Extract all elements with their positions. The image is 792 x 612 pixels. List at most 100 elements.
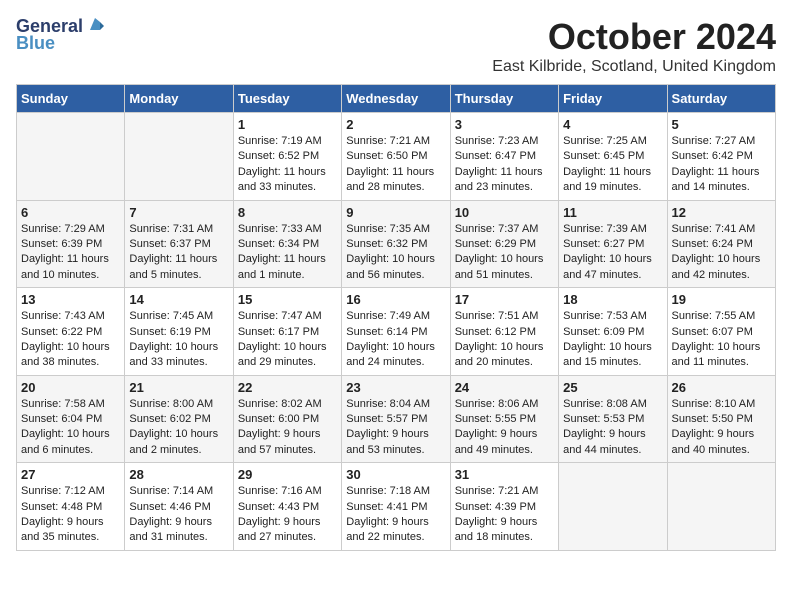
day-info-line: and 38 minutes. — [21, 355, 120, 370]
calendar-cell: 7Sunrise: 7:31 AMSunset: 6:37 PMDaylight… — [125, 200, 233, 288]
day-info-line: and 40 minutes. — [672, 443, 771, 458]
day-info-line: Sunset: 6:02 PM — [129, 412, 228, 427]
day-info-line: Sunset: 6:00 PM — [238, 412, 337, 427]
day-info-line: Sunrise: 7:37 AM — [455, 222, 554, 237]
calendar-cell: 15Sunrise: 7:47 AMSunset: 6:17 PMDayligh… — [233, 288, 341, 376]
logo: General Blue — [16, 16, 104, 54]
calendar-header-row: SundayMondayTuesdayWednesdayThursdayFrid… — [17, 85, 776, 113]
day-info-line: Sunset: 6:24 PM — [672, 237, 771, 252]
day-info-line: Sunset: 5:55 PM — [455, 412, 554, 427]
day-number: 23 — [346, 380, 445, 395]
day-info-line: and 31 minutes. — [129, 530, 228, 545]
day-info-line: and 53 minutes. — [346, 443, 445, 458]
day-info-line: Daylight: 10 hours — [21, 427, 120, 442]
calendar-cell: 3Sunrise: 7:23 AMSunset: 6:47 PMDaylight… — [450, 113, 558, 201]
day-info-line: Sunrise: 7:12 AM — [21, 484, 120, 499]
calendar-cell: 9Sunrise: 7:35 AMSunset: 6:32 PMDaylight… — [342, 200, 450, 288]
day-info-line: Daylight: 10 hours — [129, 427, 228, 442]
day-info-line: Sunset: 6:37 PM — [129, 237, 228, 252]
calendar-cell: 24Sunrise: 8:06 AMSunset: 5:55 PMDayligh… — [450, 375, 558, 463]
day-info-line: Daylight: 11 hours — [238, 252, 337, 267]
calendar-cell: 21Sunrise: 8:00 AMSunset: 6:02 PMDayligh… — [125, 375, 233, 463]
day-info-line: Sunset: 6:47 PM — [455, 149, 554, 164]
calendar-cell — [559, 463, 667, 551]
day-info-line: Daylight: 10 hours — [238, 340, 337, 355]
day-info-line: and 33 minutes. — [129, 355, 228, 370]
calendar-cell: 26Sunrise: 8:10 AMSunset: 5:50 PMDayligh… — [667, 375, 775, 463]
day-info-line: Sunrise: 7:41 AM — [672, 222, 771, 237]
calendar-cell: 11Sunrise: 7:39 AMSunset: 6:27 PMDayligh… — [559, 200, 667, 288]
day-info-line: and 33 minutes. — [238, 180, 337, 195]
day-info-line: and 23 minutes. — [455, 180, 554, 195]
day-info-line: and 5 minutes. — [129, 268, 228, 283]
calendar-cell: 25Sunrise: 8:08 AMSunset: 5:53 PMDayligh… — [559, 375, 667, 463]
page-header: General Blue October 2024 East Kilbride,… — [16, 16, 776, 76]
day-info-line: Sunrise: 8:08 AM — [563, 397, 662, 412]
day-info-line: Daylight: 11 hours — [563, 165, 662, 180]
day-info-line: Daylight: 11 hours — [129, 252, 228, 267]
day-number: 14 — [129, 292, 228, 307]
calendar-cell: 8Sunrise: 7:33 AMSunset: 6:34 PMDaylight… — [233, 200, 341, 288]
day-number: 17 — [455, 292, 554, 307]
day-of-week-header: Monday — [125, 85, 233, 113]
day-info-line: Sunrise: 8:06 AM — [455, 397, 554, 412]
day-info-line: Sunrise: 7:55 AM — [672, 309, 771, 324]
day-number: 29 — [238, 467, 337, 482]
day-info-line: Sunrise: 7:33 AM — [238, 222, 337, 237]
day-info-line: Sunrise: 8:02 AM — [238, 397, 337, 412]
day-info-line: Sunrise: 7:21 AM — [455, 484, 554, 499]
day-info-line: Daylight: 10 hours — [672, 340, 771, 355]
day-number: 11 — [563, 205, 662, 220]
day-number: 22 — [238, 380, 337, 395]
day-info-line: Daylight: 10 hours — [346, 252, 445, 267]
day-info-line: Sunrise: 7:31 AM — [129, 222, 228, 237]
day-info-line: Sunset: 6:45 PM — [563, 149, 662, 164]
day-info-line: Sunset: 4:48 PM — [21, 500, 120, 515]
day-info-line: and 24 minutes. — [346, 355, 445, 370]
day-of-week-header: Friday — [559, 85, 667, 113]
day-info-line: and 49 minutes. — [455, 443, 554, 458]
calendar-cell: 28Sunrise: 7:14 AMSunset: 4:46 PMDayligh… — [125, 463, 233, 551]
day-info-line: Daylight: 9 hours — [21, 515, 120, 530]
day-info-line: and 15 minutes. — [563, 355, 662, 370]
day-number: 30 — [346, 467, 445, 482]
day-number: 19 — [672, 292, 771, 307]
day-info-line: Sunset: 5:57 PM — [346, 412, 445, 427]
day-info-line: and 22 minutes. — [346, 530, 445, 545]
day-info-line: Daylight: 9 hours — [672, 427, 771, 442]
calendar-cell: 27Sunrise: 7:12 AMSunset: 4:48 PMDayligh… — [17, 463, 125, 551]
day-info-line: Sunset: 6:34 PM — [238, 237, 337, 252]
day-number: 16 — [346, 292, 445, 307]
calendar-cell: 6Sunrise: 7:29 AMSunset: 6:39 PMDaylight… — [17, 200, 125, 288]
day-info-line: Sunrise: 7:14 AM — [129, 484, 228, 499]
day-info-line: and 10 minutes. — [21, 268, 120, 283]
day-info-line: Daylight: 10 hours — [129, 340, 228, 355]
day-info-line: Sunrise: 7:21 AM — [346, 134, 445, 149]
day-info-line: Sunrise: 7:51 AM — [455, 309, 554, 324]
day-info-line: Sunset: 4:46 PM — [129, 500, 228, 515]
day-info-line: Sunset: 6:39 PM — [21, 237, 120, 252]
day-number: 15 — [238, 292, 337, 307]
day-info-line: and 11 minutes. — [672, 355, 771, 370]
day-info-line: Sunset: 6:32 PM — [346, 237, 445, 252]
calendar-cell: 17Sunrise: 7:51 AMSunset: 6:12 PMDayligh… — [450, 288, 558, 376]
day-info-line: Sunset: 6:04 PM — [21, 412, 120, 427]
day-of-week-header: Sunday — [17, 85, 125, 113]
day-info-line: Sunrise: 7:35 AM — [346, 222, 445, 237]
day-info-line: Daylight: 9 hours — [455, 515, 554, 530]
calendar-cell: 14Sunrise: 7:45 AMSunset: 6:19 PMDayligh… — [125, 288, 233, 376]
day-info-line: Daylight: 9 hours — [238, 515, 337, 530]
day-info-line: Sunrise: 7:19 AM — [238, 134, 337, 149]
location: East Kilbride, Scotland, United Kingdom — [492, 58, 776, 76]
day-info-line: Daylight: 10 hours — [346, 340, 445, 355]
day-info-line: Sunrise: 7:43 AM — [21, 309, 120, 324]
calendar-week-row: 20Sunrise: 7:58 AMSunset: 6:04 PMDayligh… — [17, 375, 776, 463]
day-info-line: and 51 minutes. — [455, 268, 554, 283]
day-info-line: Daylight: 9 hours — [129, 515, 228, 530]
day-info-line: Daylight: 11 hours — [672, 165, 771, 180]
day-info-line: and 47 minutes. — [563, 268, 662, 283]
day-info-line: Daylight: 11 hours — [346, 165, 445, 180]
calendar-cell: 2Sunrise: 7:21 AMSunset: 6:50 PMDaylight… — [342, 113, 450, 201]
day-info-line: Sunrise: 7:39 AM — [563, 222, 662, 237]
day-number: 4 — [563, 117, 662, 132]
